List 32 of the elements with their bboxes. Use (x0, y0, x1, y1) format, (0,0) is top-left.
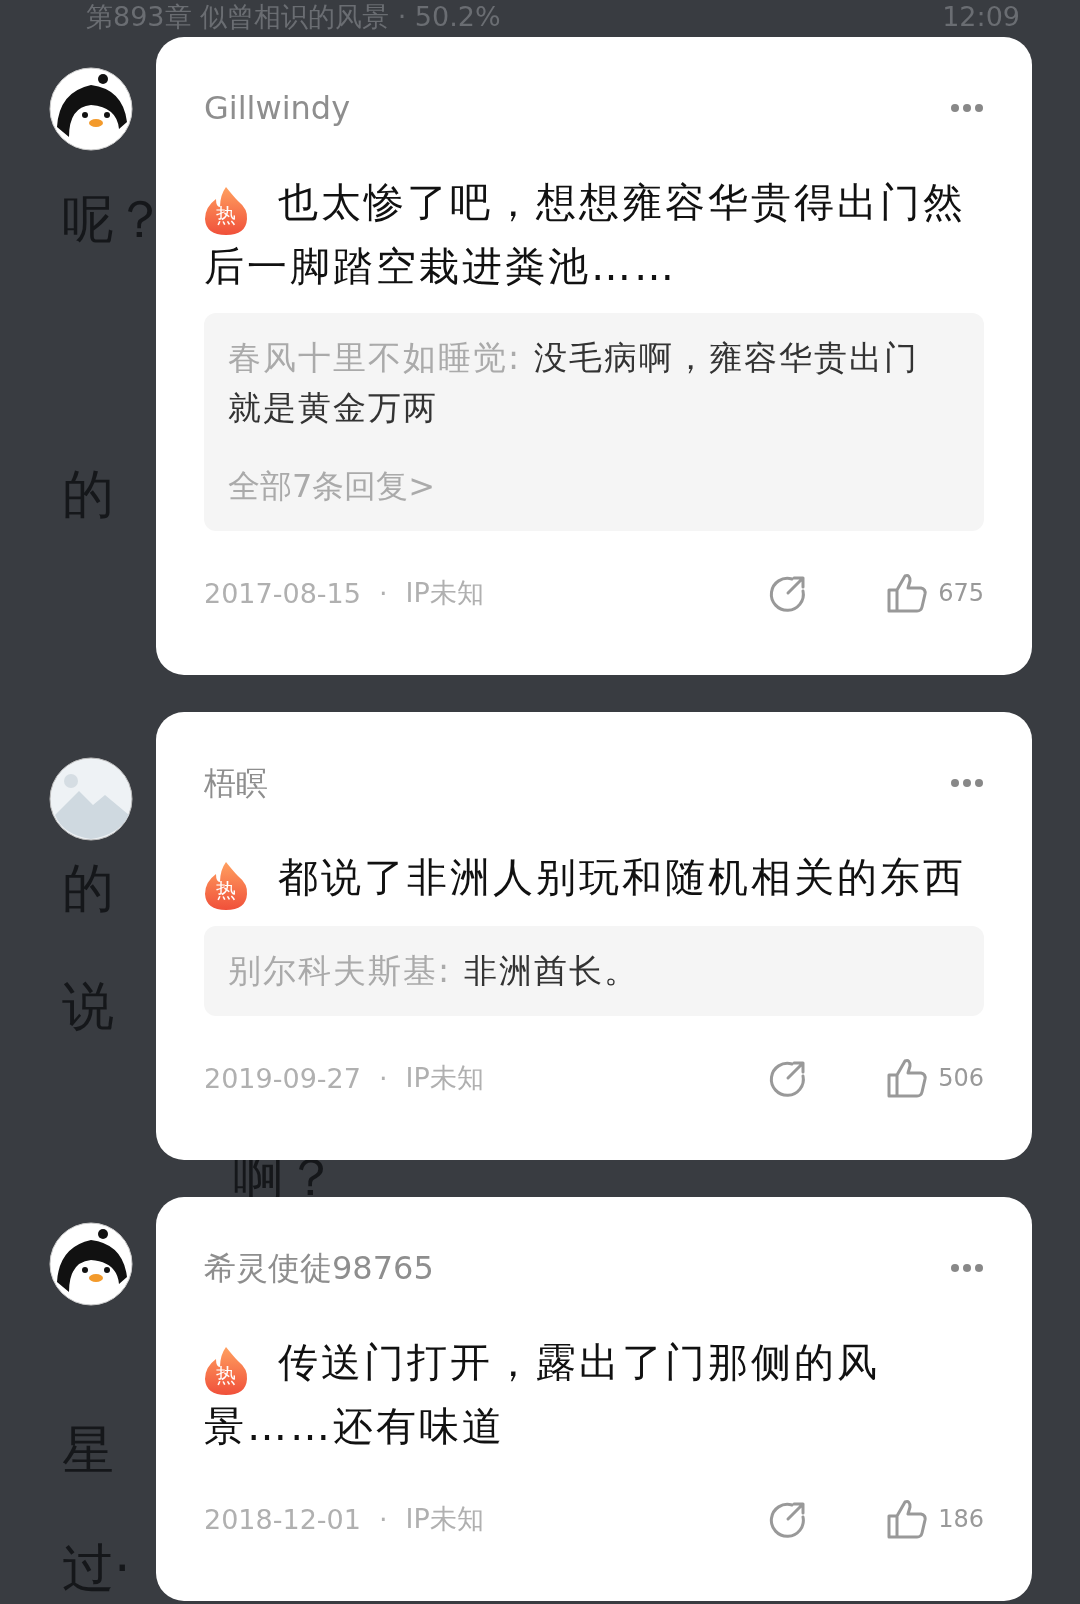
ip-location: IP未知 (405, 576, 484, 610)
comment-author[interactable]: Gillwindy (204, 86, 351, 130)
comment-author[interactable]: 希灵使徒98765 (204, 1246, 434, 1290)
reply-text: 别尔科夫斯基: 非洲酋长。 (228, 950, 640, 992)
comment-text: 热 传送门打开，露出了门那侧的风景……还有味道 (204, 1338, 881, 1451)
comment-text: 热 也太惨了吧，想想雍容华贵得出门然后一脚踏空栽进粪池…… (204, 178, 967, 291)
reply-text: 春风十里不如睡觉: 没毛病啊，雍容华贵出门就是黄金万两 (228, 337, 920, 429)
reply-box[interactable]: 别尔科夫斯基: 非洲酋长。 (204, 926, 984, 1016)
hot-badge: 热 (204, 862, 248, 910)
like-icon[interactable] (886, 1057, 929, 1099)
like-count: 675 (938, 579, 984, 607)
like-icon[interactable] (886, 572, 929, 614)
hot-badge: 热 (204, 1347, 248, 1395)
comment-author[interactable]: 梧瞑 (204, 761, 268, 805)
separator-dot: · (378, 1062, 388, 1094)
comment-date: 2017-08-15 (204, 577, 361, 609)
ip-location: IP未知 (405, 1502, 484, 1536)
like-count: 186 (938, 1505, 984, 1533)
like-count: 506 (938, 1064, 984, 1092)
ip-location: IP未知 (405, 1061, 484, 1095)
comment-date: 2018-12-01 (204, 1503, 361, 1535)
reply-box[interactable]: 春风十里不如睡觉: 没毛病啊，雍容华贵出门就是黄金万两 全部7条回复> (204, 313, 984, 531)
more-icon[interactable] (950, 1263, 984, 1273)
all-replies-link[interactable]: 全部7条回复> (228, 461, 934, 511)
more-icon[interactable] (950, 778, 984, 788)
like-icon[interactable] (886, 1498, 929, 1540)
separator-dot: · (378, 577, 388, 609)
comment-text: 热 都说了非洲人别玩和随机相关的东西 (204, 846, 984, 910)
separator-dot: · (378, 1503, 388, 1535)
more-icon[interactable] (950, 103, 984, 113)
hot-badge: 热 (204, 187, 248, 235)
comment-date: 2019-09-27 (204, 1062, 361, 1094)
